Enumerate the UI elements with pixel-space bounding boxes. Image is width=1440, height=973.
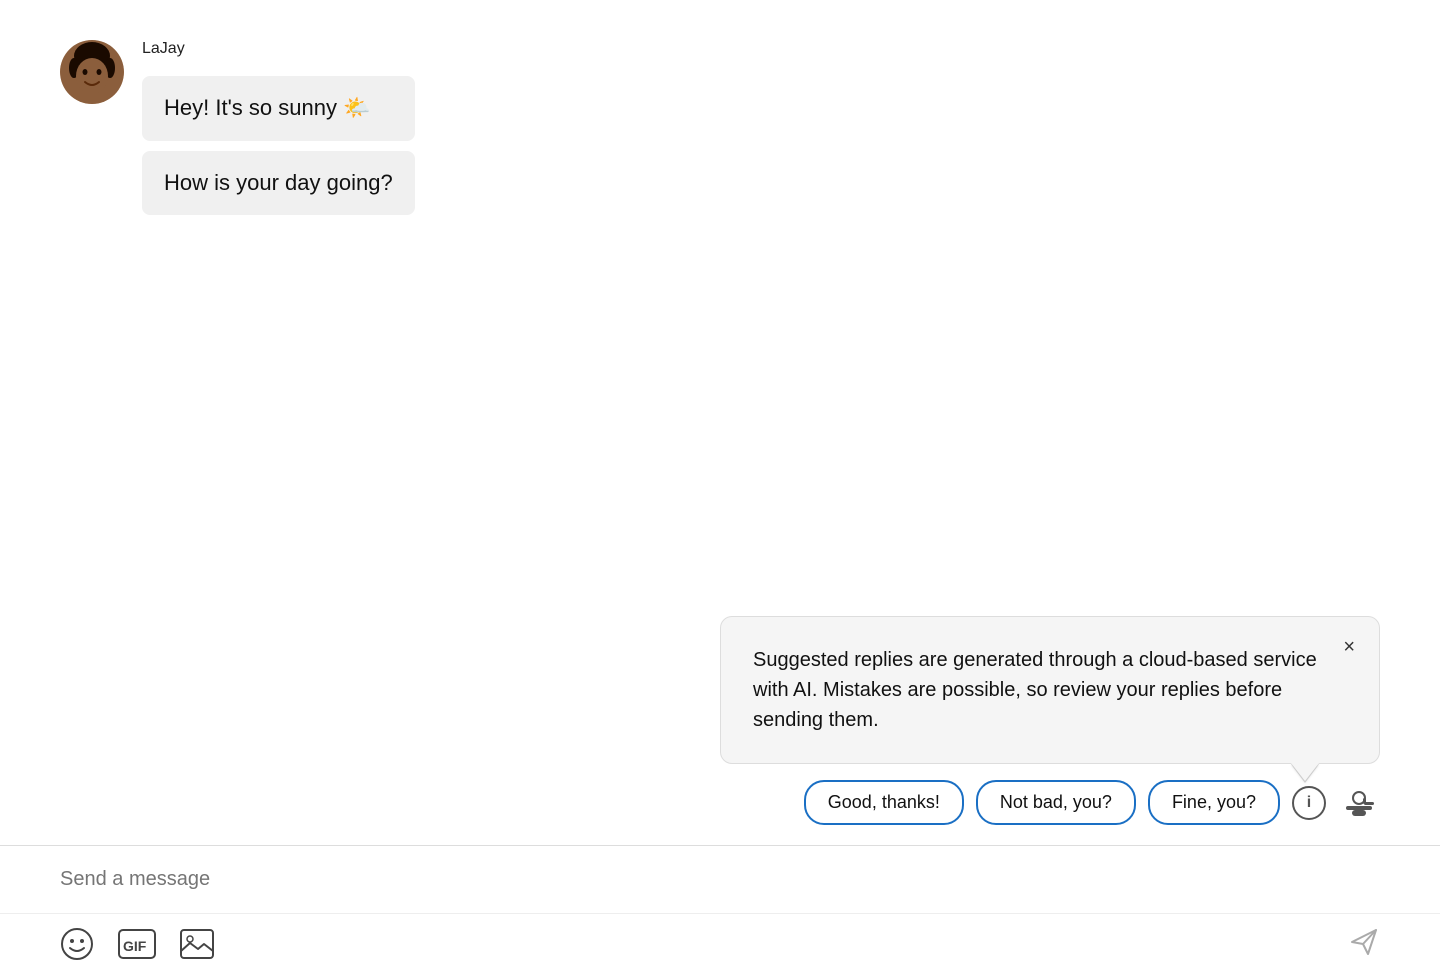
suggested-replies-row: Good, thanks! Not bad, you? Fine, you? i [804, 780, 1380, 825]
sender-name: LaJay [142, 40, 415, 58]
suggested-area: Suggested replies are generated through … [0, 616, 1440, 825]
input-area [0, 845, 1440, 913]
emoji-button[interactable] [60, 927, 94, 961]
info-icon[interactable]: i [1292, 786, 1326, 820]
tooltip-text: Suggested replies are generated through … [753, 649, 1317, 731]
send-button[interactable] [1348, 926, 1380, 961]
message-bubble-1: Hey! It's so sunny 🌤️ [142, 76, 415, 141]
reply-button-1[interactable]: Good, thanks! [804, 780, 964, 825]
close-tooltip-button[interactable]: × [1339, 633, 1359, 661]
tooltip-bubble: Suggested replies are generated through … [720, 616, 1380, 764]
message-input[interactable] [60, 864, 1380, 895]
svg-text:GIF: GIF [123, 938, 147, 954]
message-bubble-2: How is your day going? [142, 151, 415, 216]
message-group: LaJay Hey! It's so sunny 🌤️ How is your … [60, 40, 1380, 215]
toolbar: GIF [0, 913, 1440, 973]
avatar [60, 40, 124, 104]
reply-button-3[interactable]: Fine, you? [1148, 780, 1280, 825]
messages-column: LaJay Hey! It's so sunny 🌤️ How is your … [142, 40, 415, 215]
reply-button-2[interactable]: Not bad, you? [976, 780, 1136, 825]
toolbar-left: GIF [60, 927, 1348, 961]
person-icon-button[interactable] [1338, 782, 1380, 824]
gif-button[interactable]: GIF [118, 929, 156, 959]
image-button[interactable] [180, 929, 214, 959]
